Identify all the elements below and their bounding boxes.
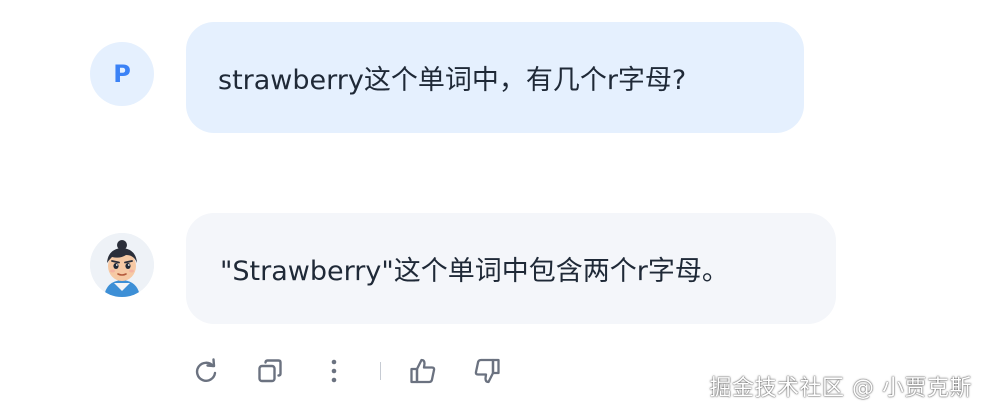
user-message-text: strawberry这个单词中，有几个r字母? <box>218 65 687 96</box>
watermark-text: 掘金技术社区 @ 小贾克斯 <box>709 376 972 401</box>
copy-button[interactable] <box>250 351 290 391</box>
thumbs-up-icon <box>410 358 436 384</box>
refresh-icon <box>195 358 217 382</box>
action-divider <box>380 362 381 380</box>
assistant-message-bubble: "Strawberry"这个单词中包含两个r字母。 <box>186 213 836 324</box>
message-action-bar <box>186 346 531 396</box>
user-message-bubble: strawberry这个单词中，有几个r字母? <box>186 22 804 133</box>
assistant-avatar <box>90 233 154 297</box>
regenerate-button[interactable] <box>186 351 226 391</box>
user-avatar: P <box>90 42 154 106</box>
assistant-message-text: "Strawberry"这个单词中包含两个r字母。 <box>220 256 729 287</box>
user-avatar-letter: P <box>113 60 131 88</box>
thumbs-down-icon <box>474 358 500 384</box>
cartoon-character-avatar-icon <box>90 233 154 297</box>
chat-canvas: P strawberry这个单词中，有几个r字母? "Strawberry"这个… <box>0 0 986 414</box>
copy-icon <box>258 359 282 383</box>
like-button[interactable] <box>403 351 443 391</box>
more-vertical-icon <box>331 359 337 383</box>
dislike-button[interactable] <box>467 351 507 391</box>
more-options-button[interactable] <box>314 351 354 391</box>
